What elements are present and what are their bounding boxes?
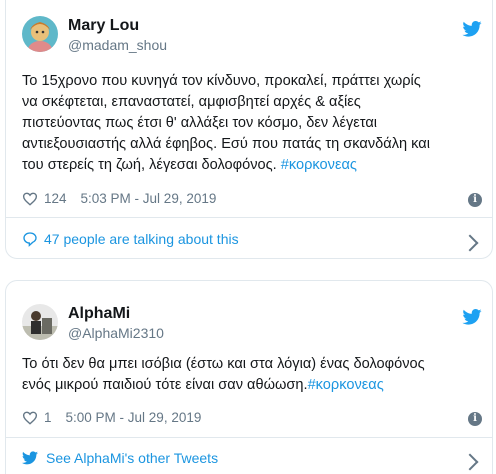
author-handle[interactable]: @AlphaMi2310 [68, 325, 164, 341]
tweet-card: Mary Lou @madam_shou Το 15χρονο που κυνη… [5, 0, 493, 259]
conversation-link-label[interactable]: 47 people are talking about this [44, 231, 239, 247]
other-tweets-link[interactable]: See AlphaMi's other Tweets [22, 450, 218, 466]
avatar[interactable] [22, 16, 58, 52]
avatar[interactable] [22, 304, 58, 340]
heart-icon[interactable] [22, 192, 38, 206]
hashtag-link[interactable]: #κορκονεας [281, 157, 357, 173]
tweet-meta: 1 5:00 PM - Jul 29, 2019 [22, 410, 201, 425]
info-icon[interactable]: i [468, 412, 482, 426]
tweet-timestamp[interactable]: 5:03 PM - Jul 29, 2019 [81, 191, 217, 206]
tweet-body: Το 15χρονο που κυνηγά τον κίνδυνο, προκα… [22, 73, 430, 173]
chevron-right-icon[interactable] [461, 453, 479, 471]
author-name[interactable]: Mary Lou [68, 17, 139, 35]
author-handle[interactable]: @madam_shou [68, 37, 167, 53]
tweet-timestamp[interactable]: 5:00 PM - Jul 29, 2019 [66, 410, 202, 425]
like-count[interactable]: 1 [44, 410, 52, 425]
tweet-meta: 124 5:03 PM - Jul 29, 2019 [22, 191, 216, 206]
like-count[interactable]: 124 [44, 191, 67, 206]
heart-icon[interactable] [22, 411, 38, 425]
comment-icon [22, 231, 38, 247]
other-tweets-label[interactable]: See AlphaMi's other Tweets [46, 450, 218, 466]
tweet-text: Το ότι δεν θα μπει ισόβια (έστω και στα … [22, 354, 484, 396]
chevron-right-icon[interactable] [461, 234, 479, 252]
twitter-bird-icon [22, 451, 38, 465]
author-name[interactable]: AlphaMi [68, 305, 130, 323]
conversation-link[interactable]: 47 people are talking about this [22, 231, 239, 247]
twitter-bird-icon[interactable] [462, 21, 482, 37]
divider [6, 437, 492, 438]
info-icon[interactable]: i [468, 193, 482, 207]
tweet-card: AlphaMi @AlphaMi2310 Το ότι δεν θα μπει … [5, 280, 493, 474]
divider [6, 217, 492, 218]
twitter-bird-icon[interactable] [462, 309, 482, 325]
tweet-text: Το 15χρονο που κυνηγά τον κίνδυνο, προκα… [22, 71, 484, 176]
hashtag-link[interactable]: #κορκονεας [308, 377, 384, 393]
